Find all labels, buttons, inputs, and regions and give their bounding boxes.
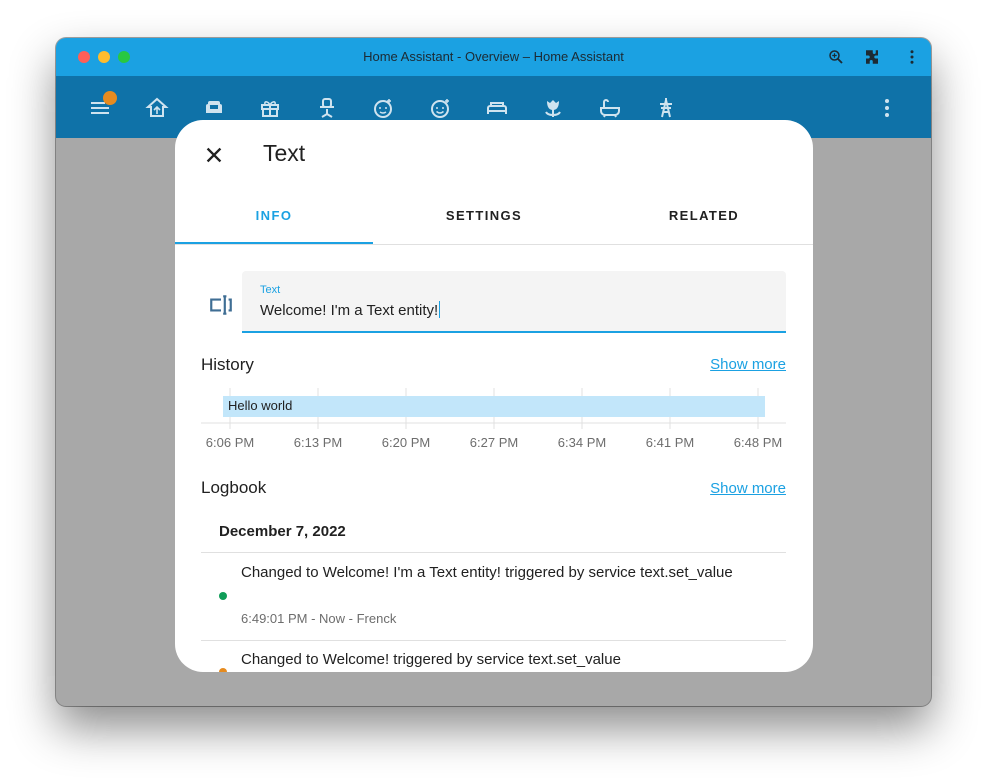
more-vertical-icon[interactable] [875,96,899,120]
logbook-divider [201,552,786,553]
bed-icon[interactable] [485,96,509,120]
notification-badge [103,91,117,105]
bathtub-icon[interactable] [598,96,622,120]
text-input-field[interactable]: Text Welcome! I'm a Text entity! [242,271,786,333]
window-title: Home Assistant - Overview – Home Assista… [363,49,624,64]
home-icon[interactable] [145,96,169,120]
form-textbox-icon [210,295,232,315]
tab-settings[interactable]: SETTINGS [373,196,595,242]
history-bar-label: Hello world [228,398,293,413]
dialog-title: Text [263,140,306,166]
logbook-entry-meta: 6:49:01 PM - Now - Frenck [241,611,397,626]
tab-related[interactable]: RELATED [595,196,813,242]
history-tick-label: 6:34 PM [557,435,607,450]
logbook-divider [201,640,786,641]
history-tick-label: 6:48 PM [733,435,783,450]
text-field-value-text: Welcome! I'm a Text entity! [260,302,439,319]
logbook-dot-green [219,592,227,600]
entity-dialog: Text INFO SETTINGS RELATED Text Welcome!… [175,120,813,672]
history-title: History [201,355,254,374]
close-icon[interactable] [203,144,225,166]
baby-face-icon[interactable] [371,96,395,120]
zoom-icon[interactable] [827,48,845,66]
office-chair-icon[interactable] [315,96,339,120]
history-tick-label: 6:13 PM [293,435,343,450]
text-field-value[interactable]: Welcome! I'm a Text entity! [260,301,441,319]
history-show-more-link[interactable]: Show more [710,356,786,373]
history-tick-label: 6:41 PM [645,435,695,450]
logbook-show-more-link[interactable]: Show more [710,480,786,497]
logbook-entry-text: Changed to Welcome! triggered by service… [241,651,621,668]
flower-icon[interactable] [541,96,565,120]
tower-icon[interactable] [654,96,678,120]
history-tick-label: 6:06 PM [205,435,255,450]
text-field-label: Text [260,284,281,296]
sofa-icon[interactable] [202,96,226,120]
logbook-title: Logbook [201,478,267,497]
history-state-bar[interactable] [223,396,765,417]
extension-icon[interactable] [863,48,881,66]
dialog-tabs: INFO SETTINGS RELATED [175,196,813,245]
history-tick-label: 6:20 PM [381,435,431,450]
more-vertical-icon[interactable] [903,48,921,66]
text-caret [439,301,441,318]
logbook-dot-orange [219,668,227,672]
gift-icon[interactable] [258,96,282,120]
logbook-date: December 7, 2022 [219,523,346,540]
tab-info[interactable]: INFO [175,196,373,244]
emoticon-icon[interactable] [428,96,452,120]
history-tick-label: 6:27 PM [469,435,519,450]
logbook-entry-text: Changed to Welcome! I'm a Text entity! t… [241,564,733,581]
title-bar: Home Assistant - Overview – Home Assista… [56,38,931,76]
